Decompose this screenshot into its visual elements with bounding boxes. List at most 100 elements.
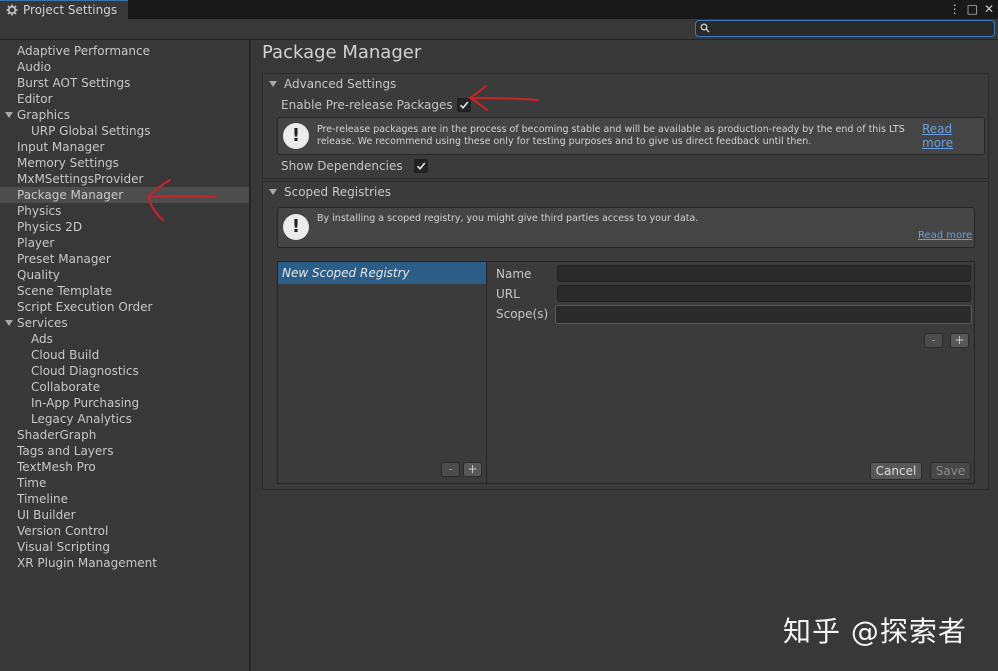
advanced-settings-section: Advanced Settings Enable Pre-release Pac… [262, 73, 989, 179]
prerelease-row: Enable Pre-release Packages [281, 97, 471, 113]
tab-project-settings[interactable]: Project Settings [0, 0, 128, 19]
sidebar-item-cloud-build[interactable]: Cloud Build [0, 347, 249, 363]
sidebar-item-label: Burst AOT Settings [17, 76, 131, 90]
sidebar-item-audio[interactable]: Audio [0, 59, 249, 75]
sidebar-item-collaborate[interactable]: Collaborate [0, 379, 249, 395]
sidebar-item-in-app-purchasing[interactable]: In-App Purchasing [0, 395, 249, 411]
gear-icon [6, 4, 18, 16]
sidebar-item-ads[interactable]: Ads [0, 331, 249, 347]
save-button[interactable]: Save [930, 462, 971, 480]
name-field[interactable] [557, 265, 971, 282]
sidebar-item-tags-and-layers[interactable]: Tags and Layers [0, 443, 249, 459]
watermark: 知乎 @探索者 [783, 615, 967, 648]
prerelease-helpbox: ! Pre-release packages are in the proces… [277, 117, 985, 155]
read-more-link[interactable]: Read more [918, 230, 972, 241]
scopes-label: Scope(s) [496, 307, 549, 321]
search-icon [700, 23, 710, 33]
sidebar-item-label: In-App Purchasing [31, 396, 140, 410]
sidebar-item-label: Cloud Build [31, 348, 100, 362]
sidebar-item-label: TextMesh Pro [17, 460, 96, 474]
help-text-line1: Pre-release packages are in the process … [317, 124, 905, 135]
tab-title: Project Settings [23, 3, 118, 17]
url-label: URL [496, 287, 520, 301]
read-more-link[interactable]: Read more [922, 122, 984, 150]
sidebar-item-cloud-diagnostics[interactable]: Cloud Diagnostics [0, 363, 249, 379]
sidebar-item-label: Legacy Analytics [31, 412, 132, 426]
sidebar-item-ui-builder[interactable]: UI Builder [0, 507, 249, 523]
sidebar-item-label: Cloud Diagnostics [31, 364, 139, 378]
sidebar-item-label: Quality [17, 268, 60, 282]
sidebar-item-adaptive-performance[interactable]: Adaptive Performance [0, 43, 249, 59]
sidebar-item-label: Visual Scripting [17, 540, 110, 554]
sidebar-item-preset-manager[interactable]: Preset Manager [0, 251, 249, 267]
sidebar-item-label: Adaptive Performance [17, 44, 150, 58]
page-title: Package Manager [262, 42, 422, 63]
scoped-registries-foldout[interactable]: Scoped Registries [263, 182, 988, 202]
sidebar-item-label: Package Manager [17, 188, 124, 202]
show-deps-row: Show Dependencies [281, 158, 428, 174]
sidebar-item-graphics[interactable]: Graphics [0, 107, 249, 123]
sidebar-item-time[interactable]: Time [0, 475, 249, 491]
sidebar-item-urp-global-settings[interactable]: URP Global Settings [0, 123, 249, 139]
search-input[interactable] [695, 20, 995, 37]
foldout-arrow-icon [269, 81, 277, 87]
warning-icon: ! [283, 214, 309, 240]
settings-sidebar: Adaptive Performance Audio Burst AOT Setti… [0, 40, 250, 671]
add-scope-button[interactable]: + [950, 333, 969, 348]
advanced-settings-foldout[interactable]: Advanced Settings [263, 74, 988, 94]
sidebar-item-version-control[interactable]: Version Control [0, 523, 249, 539]
sidebar-item-label: Graphics [17, 108, 70, 122]
annotation-arrow [468, 85, 539, 111]
prerelease-label: Enable Pre-release Packages [281, 98, 453, 112]
sidebar-item-legacy-analytics[interactable]: Legacy Analytics [0, 411, 249, 427]
sidebar-item-visual-scripting[interactable]: Visual Scripting [0, 539, 249, 555]
sidebar-item-xr-plugin-management[interactable]: XR Plugin Management [0, 555, 249, 571]
add-registry-button[interactable]: + [463, 462, 482, 477]
sidebar-item-label: MxMSettingsProvider [17, 172, 144, 186]
more-options-icon[interactable]: ⋮ [949, 0, 961, 19]
sidebar-item-label: Preset Manager [17, 252, 111, 266]
sidebar-item-label: URP Global Settings [31, 124, 151, 138]
maximize-icon[interactable]: □ [967, 0, 978, 19]
sidebar-item-input-manager[interactable]: Input Manager [0, 139, 249, 155]
sidebar-item-services[interactable]: Services [0, 315, 249, 331]
close-icon[interactable]: ✕ [984, 0, 994, 19]
sidebar-item-label: Editor [17, 92, 53, 106]
sidebar-item-shadergraph[interactable]: ShaderGraph [0, 427, 249, 443]
sidebar-item-editor[interactable]: Editor [0, 91, 249, 107]
sidebar-item-label: Script Execution Order [17, 300, 153, 314]
name-label: Name [496, 267, 532, 281]
scopes-field[interactable] [555, 305, 972, 324]
scoped-registries-section: Scoped Registries ! By installing a scop… [262, 181, 989, 490]
foldout-arrow-icon[interactable] [5, 112, 13, 118]
sidebar-item-label: Physics 2D [17, 220, 83, 234]
sidebar-item-label: Audio [17, 60, 52, 74]
sidebar-item-textmesh-pro[interactable]: TextMesh Pro [0, 459, 249, 475]
sidebar-item-burst-aot-settings[interactable]: Burst AOT Settings [0, 75, 249, 91]
sidebar-item-label: Tags and Layers [17, 444, 114, 458]
url-field[interactable] [557, 285, 971, 302]
warning-icon: ! [283, 123, 309, 149]
help-text-line2: release. We recommend using these only f… [317, 136, 812, 147]
sidebar-item-label: UI Builder [17, 508, 76, 522]
sidebar-item-memory-settings[interactable]: Memory Settings [0, 155, 249, 171]
sidebar-item-label: Physics [17, 204, 62, 218]
show-deps-checkbox[interactable] [414, 159, 428, 173]
sidebar-item-script-execution-order[interactable]: Script Execution Order [0, 299, 249, 315]
sidebar-item-timeline[interactable]: Timeline [0, 491, 249, 507]
show-deps-label: Show Dependencies [281, 159, 403, 173]
foldout-arrow-icon[interactable] [5, 320, 13, 326]
sidebar-item-label: Scene Template [17, 284, 113, 298]
sidebar-item-scene-template[interactable]: Scene Template [0, 283, 249, 299]
registry-list-item[interactable]: New Scoped Registry [278, 262, 486, 284]
sidebar-item-quality[interactable]: Quality [0, 267, 249, 283]
section-title: Scoped Registries [284, 185, 391, 199]
sidebar-item-label: Time [17, 476, 47, 490]
checkmark-icon [416, 162, 426, 171]
cancel-button[interactable]: Cancel [870, 462, 922, 480]
sidebar-item-player[interactable]: Player [0, 235, 249, 251]
remove-registry-button[interactable]: - [441, 462, 460, 477]
remove-scope-button[interactable]: - [924, 333, 943, 348]
sidebar-item-label: Memory Settings [17, 156, 119, 170]
scoped-help-text: By installing a scoped registry, you mig… [317, 213, 699, 224]
